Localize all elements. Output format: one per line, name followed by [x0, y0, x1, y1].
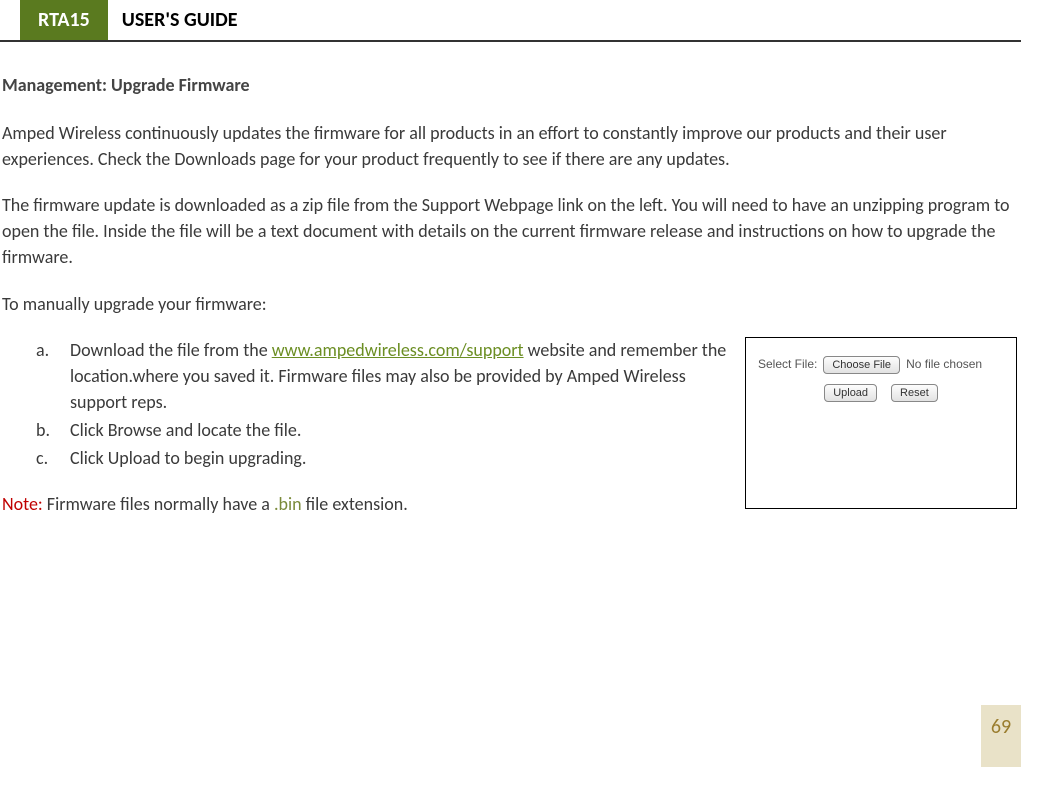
section-heading: Management: Upgrade Firmware: [2, 72, 1017, 98]
list-text: Click Browse and locate the file.: [70, 417, 733, 443]
file-extension: .bin: [274, 493, 302, 515]
file-select-row: Select File: Choose File No file chosen: [758, 356, 1004, 374]
list-text: Download the file from the www.ampedwire…: [70, 337, 733, 415]
text-fragment: Download the file from the: [70, 339, 272, 361]
page-number: 69: [981, 705, 1021, 767]
select-file-label: Select File:: [758, 356, 817, 373]
intro-paragraph-2: The firmware update is downloaded as a z…: [2, 192, 1017, 270]
list-item: b. Click Browse and locate the file.: [36, 417, 733, 443]
choose-file-button[interactable]: Choose File: [823, 356, 900, 374]
list-marker: c.: [36, 445, 70, 471]
upload-button[interactable]: Upload: [824, 384, 877, 402]
note-line: Note: Firmware files normally have a .bi…: [2, 491, 733, 517]
product-badge: RTA15: [20, 0, 108, 40]
no-file-text: No file chosen: [906, 356, 982, 373]
note-label: Note:: [2, 493, 43, 515]
list-text: Click Upload to begin upgrading.: [70, 445, 733, 471]
upload-figure: Select File: Choose File No file chosen …: [745, 337, 1017, 510]
page-header: RTA15 USER'S GUIDE: [0, 0, 1021, 42]
support-link[interactable]: www.ampedwireless.com/support: [272, 339, 524, 361]
action-buttons-row: Upload Reset: [758, 384, 1004, 402]
ordered-list: a. Download the file from the www.ampedw…: [2, 337, 733, 471]
note-text: Firmware files normally have a: [43, 493, 274, 515]
list-item: c. Click Upload to begin upgrading.: [36, 445, 733, 471]
reset-button[interactable]: Reset: [891, 384, 938, 402]
header-spacer: [0, 0, 20, 40]
list-item: a. Download the file from the www.ampedw…: [36, 337, 733, 415]
instructions-lead: To manually upgrade your firmware:: [2, 291, 1017, 317]
list-marker: b.: [36, 417, 70, 443]
intro-paragraph-1: Amped Wireless continuously updates the …: [2, 120, 1017, 172]
guide-title: USER'S GUIDE: [108, 0, 252, 40]
page-content: Management: Upgrade Firmware Amped Wirel…: [0, 42, 1041, 517]
note-text: file extension.: [302, 493, 408, 515]
list-marker: a.: [36, 337, 70, 415]
